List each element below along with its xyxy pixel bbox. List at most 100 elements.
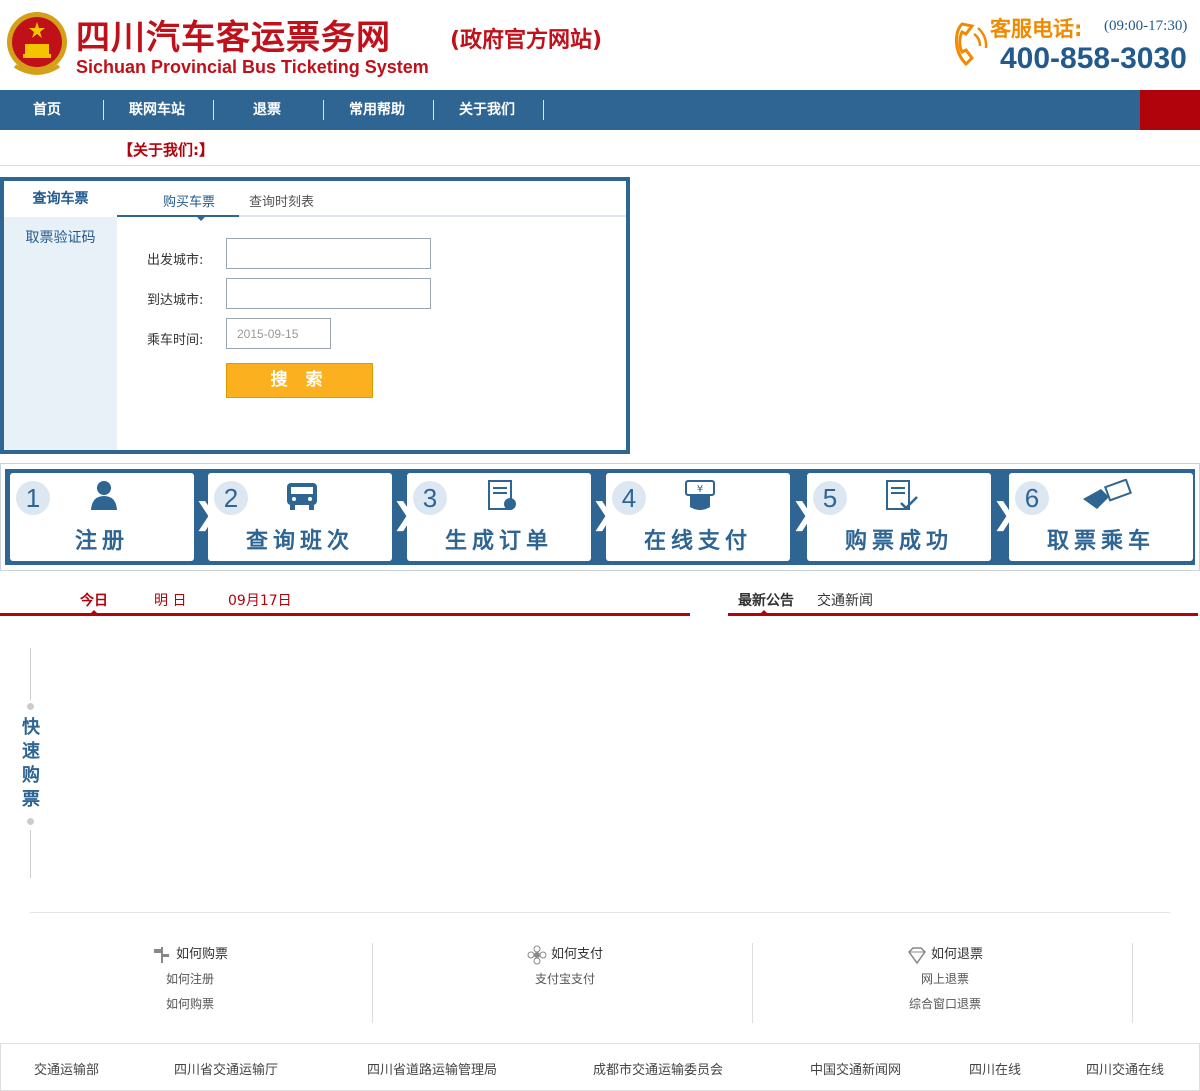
step-label: 注册 (74, 529, 129, 554)
step-number: 4 (612, 481, 646, 515)
footer-link[interactable]: 四川省交通运输厅 (174, 1059, 278, 1078)
bus-icon (287, 483, 317, 510)
quick-buy-char: 购 (22, 765, 40, 786)
panel-side-menu: 查询车票 取票验证码 (4, 181, 117, 450)
step-number: 5 (813, 481, 847, 515)
tab-today[interactable]: 今日 (80, 590, 108, 610)
help-divider-line (30, 912, 1170, 913)
panel-tabs: 购买车票 查询时刻表 (117, 181, 626, 221)
hotline-number: 400-858-3030 (1000, 42, 1187, 75)
footer-link[interactable]: 四川在线 (969, 1059, 1021, 1078)
help-link-online-refund[interactable]: 网上退票 (755, 967, 1135, 992)
svg-text:¥: ¥ (697, 484, 703, 495)
payment-hand-icon: ¥ (685, 480, 715, 510)
nav-divider (543, 100, 544, 120)
hotline-hours: (09:00-17:30) (1104, 18, 1188, 34)
ticket-search-panel: 查询车票 取票验证码 购买车票 查询时刻表 出发城市: 到达城市: 乘车时间: … (0, 177, 630, 454)
site-title-english: Sichuan Provincial Bus Ticketing System (76, 57, 429, 77)
order-document-icon (488, 480, 516, 510)
date-tabs: 今日 明 日 09月17日 (0, 586, 690, 616)
footer-link[interactable]: 四川省道路运输管理局 (367, 1059, 497, 1078)
help-link-buy[interactable]: 如何购票 (0, 992, 380, 1017)
arrive-city-input[interactable] (226, 278, 431, 309)
quick-buy-char: 速 (22, 741, 40, 762)
signpost-icon (153, 946, 169, 963)
depart-city-label: 出发城市: (147, 253, 204, 268)
quick-buy-char: 票 (22, 789, 40, 810)
nav-item-help[interactable]: 常用帮助 (322, 90, 432, 130)
travel-date-input[interactable] (226, 318, 331, 349)
step-number: 3 (413, 481, 447, 515)
step-label: 查询班次 (245, 529, 354, 554)
help-how-to-refund: 如何退票 网上退票 综合窗口退票 (755, 943, 1135, 1023)
quick-buy-label[interactable]: 快 速 购 票 (20, 716, 42, 812)
tab-latest-notice[interactable]: 最新公告 (738, 590, 794, 610)
depart-city-input[interactable] (226, 238, 431, 269)
step-pickup: 6 取票乘车 (1009, 473, 1193, 561)
nav-item-home[interactable]: 首页 (0, 90, 102, 130)
nav-accent-block (1140, 90, 1200, 130)
active-tab-caret (88, 610, 100, 616)
column-divider (752, 943, 753, 1023)
quick-buy-dot (27, 818, 34, 825)
footer-link[interactable]: 四川交通在线 (1086, 1059, 1164, 1078)
help-link-window-refund[interactable]: 综合窗口退票 (755, 992, 1135, 1017)
help-title: 如何退票 (930, 947, 983, 962)
quick-buy-line (30, 648, 31, 700)
quick-buy-line (30, 830, 31, 878)
step-number: 1 (16, 481, 50, 515)
column-divider (1132, 943, 1133, 1023)
quick-buy-char: 快 (22, 717, 40, 738)
step-label: 取票乘车 (1046, 529, 1155, 554)
phone-icon (955, 22, 988, 67)
hotline-label: 客服电话: (990, 17, 1083, 41)
step-register: 1 注册 (10, 473, 194, 561)
help-link-register[interactable]: 如何注册 (0, 967, 380, 992)
step-order: 3 生成订单 (407, 473, 591, 561)
nav-item-about[interactable]: 关于我们 (432, 90, 542, 130)
tab-traffic-news[interactable]: 交通新闻 (817, 590, 873, 610)
gear-flower-icon (527, 945, 547, 964)
help-heading: 如何购票 (0, 943, 380, 967)
user-icon (91, 481, 117, 510)
arrive-city-label: 到达城市: (147, 293, 204, 308)
help-how-to-buy: 如何购票 如何注册 如何购票 (0, 943, 380, 1023)
side-tab-query-ticket[interactable]: 查询车票 (4, 181, 117, 217)
footer-links: 交通运输部 四川省交通运输厅 四川省道路运输管理局 成都市交通运输委员会 中国交… (0, 1043, 1200, 1091)
national-emblem-logo (7, 12, 67, 75)
tab-date-0917[interactable]: 09月17日 (228, 590, 292, 610)
diamond-icon (908, 946, 926, 964)
help-heading: 如何支付 (375, 943, 755, 967)
help-how-to-pay: 如何支付 支付宝支付 (375, 943, 755, 1023)
footer-link[interactable]: 中国交通新闻网 (810, 1059, 901, 1078)
step-label: 购票成功 (844, 529, 953, 554)
active-tab-caret (758, 610, 770, 616)
nav-item-stations[interactable]: 联网车站 (102, 90, 212, 130)
footer-link[interactable]: 成都市交通运输委员会 (593, 1059, 723, 1078)
step-payment: 4 ¥ 在线支付 (606, 473, 790, 561)
tab-tomorrow[interactable]: 明 日 (154, 590, 186, 610)
step-success: 5 购票成功 (807, 473, 991, 561)
main-nav: 首页 联网车站 退票 常用帮助 关于我们 (0, 90, 1200, 130)
date-label: 乘车时间: (147, 333, 204, 348)
step-label: 在线支付 (643, 529, 752, 554)
site-subtitle: (政府官方网站) (450, 28, 603, 53)
about-bar: 【关于我们:】 (0, 130, 1200, 166)
ticket-hand-icon (1083, 479, 1133, 509)
active-tab-underline (117, 215, 239, 217)
quick-buy-dot (27, 703, 34, 710)
step-query: 2 查询班次 (208, 473, 392, 561)
search-button[interactable]: 搜 索 (226, 363, 373, 398)
footer-link[interactable]: 交通运输部 (34, 1059, 99, 1078)
active-tab-caret (195, 215, 207, 221)
news-tabs: 最新公告 交通新闻 (728, 586, 1198, 616)
tab-timetable[interactable]: 查询时刻表 (249, 191, 314, 210)
step-label: 生成订单 (444, 529, 553, 554)
side-tab-pickup-code[interactable]: 取票验证码 (4, 227, 117, 247)
tab-buy-ticket[interactable]: 购买车票 (163, 191, 215, 210)
site-title: 四川汽车客运票务网 (76, 18, 391, 58)
help-title: 如何购票 (175, 947, 228, 962)
nav-item-refund[interactable]: 退票 (212, 90, 322, 130)
about-label: 【关于我们:】 (118, 141, 214, 159)
help-link-alipay[interactable]: 支付宝支付 (375, 967, 755, 992)
